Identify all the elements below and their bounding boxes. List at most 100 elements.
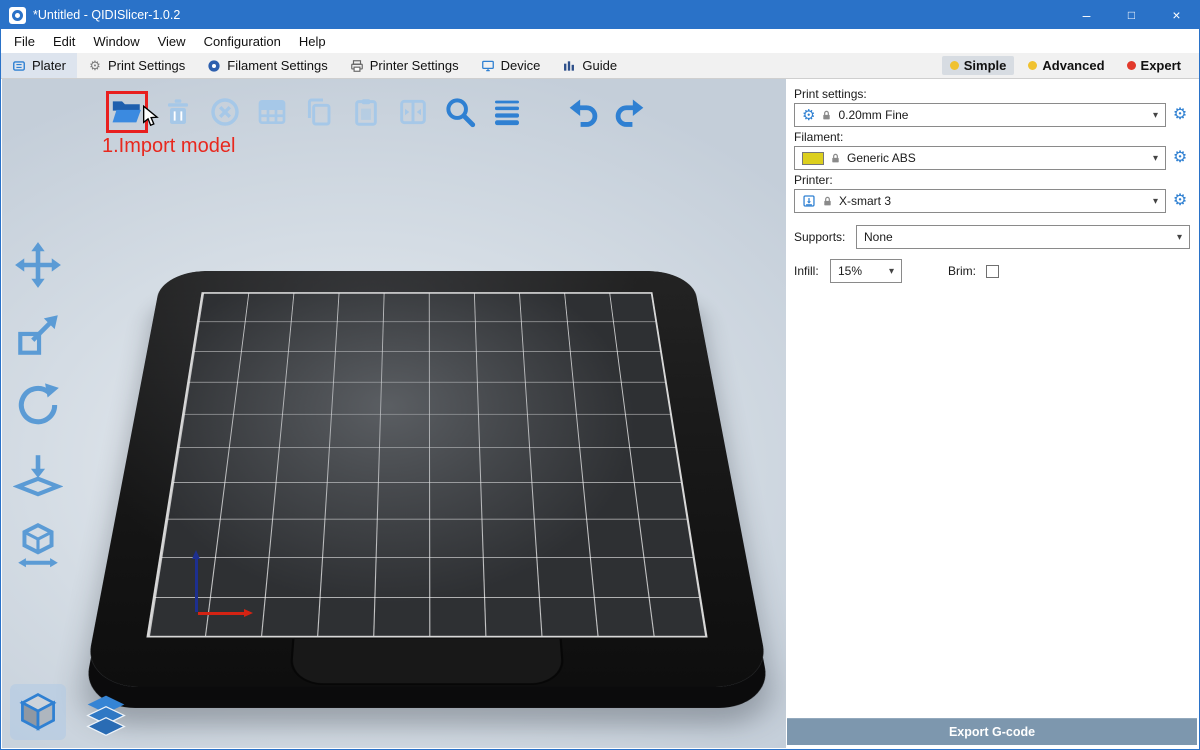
copy-icon — [303, 96, 335, 128]
printer-combo[interactable]: X-smart 3 ▾ — [794, 189, 1166, 213]
print-settings-combo[interactable]: ⚙ 0.20mm Fine ▾ — [794, 103, 1166, 127]
mode-simple-label: Simple — [964, 58, 1007, 73]
mode-advanced-label: Advanced — [1042, 58, 1104, 73]
gear-icon: ⚙ — [802, 108, 815, 123]
menu-edit[interactable]: Edit — [44, 31, 84, 52]
filament-combo[interactable]: Generic ABS ▾ — [794, 146, 1166, 170]
brim-checkbox[interactable] — [986, 265, 999, 278]
cube-icon — [16, 690, 60, 734]
table-grid-icon — [256, 96, 288, 128]
supports-value: None — [864, 230, 893, 244]
preview-layers-button[interactable] — [82, 690, 130, 738]
print-settings-gear-button[interactable]: ⚙ — [1170, 107, 1190, 123]
tab-print-settings-label: Print Settings — [108, 58, 185, 73]
arrange-button[interactable] — [255, 95, 289, 129]
tab-guide[interactable]: Guide — [551, 53, 628, 78]
menu-configuration[interactable]: Configuration — [195, 31, 290, 52]
app-window: *Untitled - QIDISlicer-1.0.2 – □ × File … — [0, 0, 1200, 750]
tab-print-settings[interactable]: ⚙ Print Settings — [77, 53, 196, 78]
menubar: File Edit Window View Configuration Help — [1, 29, 1199, 53]
tab-printer-settings-label: Printer Settings — [370, 58, 459, 73]
move-gizmo-button[interactable] — [12, 239, 64, 291]
tab-plater[interactable]: Plater — [1, 53, 77, 78]
plater-icon — [12, 59, 26, 73]
tab-printer-settings[interactable]: Printer Settings — [339, 53, 470, 78]
circle-x-icon — [209, 96, 241, 128]
lock-icon — [822, 195, 833, 208]
chevron-down-icon: ▾ — [1177, 232, 1182, 243]
lock-icon — [821, 109, 832, 122]
rotate-gizmo-button[interactable] — [12, 379, 64, 431]
simple-mode-icon — [950, 61, 959, 70]
redo-button[interactable] — [613, 95, 647, 129]
3d-viewport[interactable]: 1.Import model — [2, 79, 786, 748]
tab-filament-settings-label: Filament Settings — [227, 58, 327, 73]
move-icon — [13, 240, 63, 290]
split-button[interactable] — [396, 95, 430, 129]
mode-expert-label: Expert — [1141, 58, 1181, 73]
mode-expert[interactable]: Expert — [1119, 56, 1189, 75]
tab-guide-label: Guide — [582, 58, 617, 73]
device-tab-icon — [481, 59, 495, 73]
tab-device[interactable]: Device — [470, 53, 552, 78]
layers-stack-icon — [84, 692, 128, 736]
import-annotation: 1.Import model — [102, 135, 235, 158]
scale-gizmo-button[interactable] — [12, 309, 64, 361]
app-icon — [9, 7, 26, 24]
filament-color-swatch — [802, 152, 824, 165]
mode-advanced[interactable]: Advanced — [1020, 56, 1112, 75]
infill-combo[interactable]: 15% ▾ — [830, 259, 902, 283]
mode-switcher: Simple Advanced Expert — [942, 53, 1199, 78]
print-bed — [107, 156, 747, 716]
split-window-icon — [397, 96, 429, 128]
print-settings-value: 0.20mm Fine — [838, 108, 908, 122]
search-icon — [443, 95, 477, 129]
measure-gizmo-button[interactable] — [12, 519, 64, 571]
brim-label: Brim: — [948, 264, 976, 278]
flatten-icon — [13, 450, 63, 500]
rotate-icon — [13, 380, 63, 430]
printer-gear-button[interactable]: ⚙ — [1170, 193, 1190, 209]
filament-gear-button[interactable]: ⚙ — [1170, 150, 1190, 166]
close-button[interactable]: × — [1154, 1, 1199, 29]
layer-lines-icon — [491, 96, 523, 128]
menu-view[interactable]: View — [149, 31, 195, 52]
bed-grid-surface — [146, 292, 707, 637]
scale-icon — [13, 310, 63, 360]
maximize-button[interactable]: □ — [1109, 1, 1154, 29]
search-button[interactable] — [443, 95, 477, 129]
place-on-face-gizmo-button[interactable] — [12, 449, 64, 501]
infill-label: Infill: — [794, 264, 826, 278]
undo-button[interactable] — [566, 95, 600, 129]
mode-simple[interactable]: Simple — [942, 56, 1015, 75]
gizmo-toolbar — [12, 239, 64, 571]
export-gcode-button[interactable]: Export G-code — [787, 718, 1197, 745]
variable-layer-height-button[interactable] — [490, 95, 524, 129]
view-mode-icons — [10, 684, 130, 740]
origin-z-axis — [195, 554, 198, 612]
3d-editor-view-button[interactable] — [10, 684, 66, 740]
printer-label: Printer: — [794, 173, 1190, 187]
copy-button[interactable] — [302, 95, 336, 129]
lock-icon — [830, 152, 841, 165]
infill-value: 15% — [838, 264, 862, 278]
chevron-down-icon: ▾ — [1153, 153, 1158, 164]
plater-toolbar — [106, 91, 647, 133]
menu-window[interactable]: Window — [84, 31, 148, 52]
paste-button[interactable] — [349, 95, 383, 129]
supports-combo[interactable]: None ▾ — [856, 225, 1190, 249]
titlebar: *Untitled - QIDISlicer-1.0.2 – □ × — [1, 1, 1199, 29]
trash-icon — [162, 96, 194, 128]
tab-filament-settings[interactable]: Filament Settings — [196, 53, 338, 78]
delete-button[interactable] — [161, 95, 195, 129]
window-title: *Untitled - QIDISlicer-1.0.2 — [33, 8, 180, 22]
import-model-button[interactable] — [110, 95, 144, 129]
delete-all-button[interactable] — [208, 95, 242, 129]
menu-file[interactable]: File — [5, 31, 44, 52]
menu-help[interactable]: Help — [290, 31, 335, 52]
minimize-button[interactable]: – — [1064, 1, 1109, 29]
supports-label: Supports: — [794, 230, 852, 244]
printer-icon — [802, 194, 816, 208]
print-settings-label: Print settings: — [794, 87, 1190, 101]
printer-tab-icon — [350, 59, 364, 73]
